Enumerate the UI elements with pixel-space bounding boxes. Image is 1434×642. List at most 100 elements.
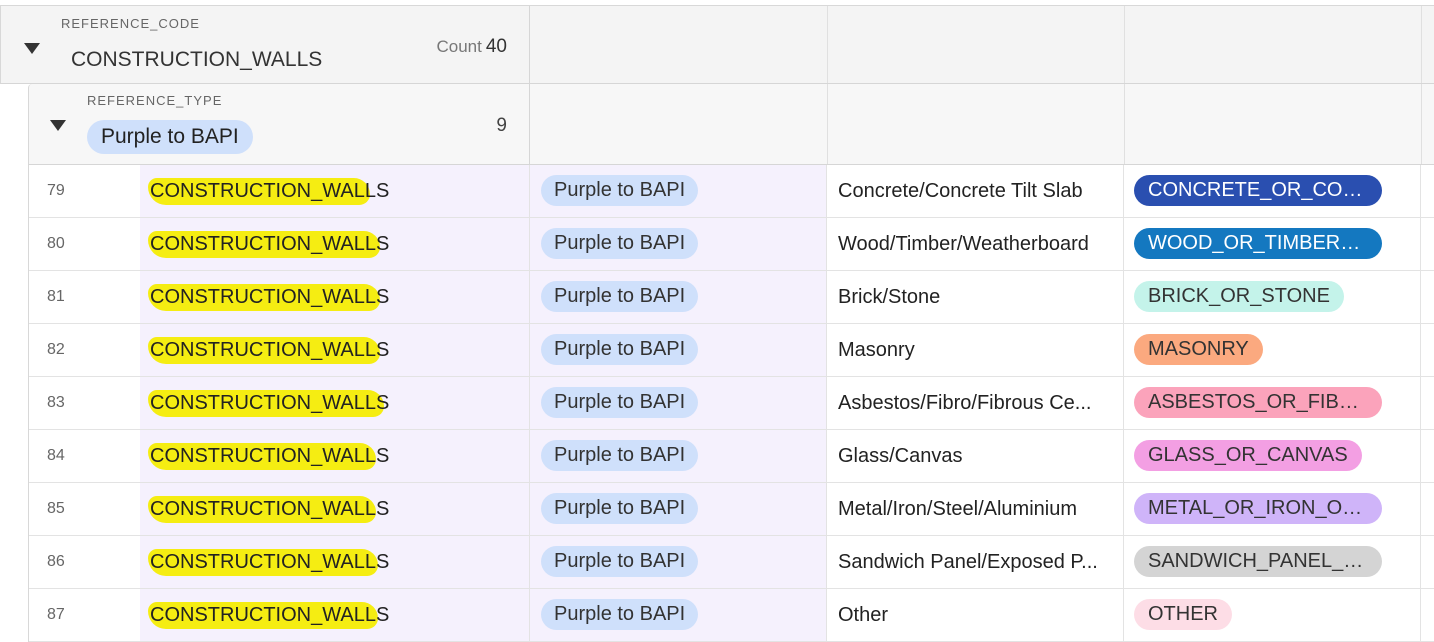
group-count: Count 40 bbox=[436, 36, 507, 58]
table-row[interactable]: 86 CONSTRUCTION_WALLS Purple to BAPI San… bbox=[29, 536, 1434, 589]
reference-code-value: CONSTRUCTION_WALLS bbox=[150, 445, 390, 467]
group-count: 9 bbox=[496, 115, 507, 136]
label-cell[interactable]: Metal/Iron/Steel/Aluminium bbox=[827, 483, 1124, 535]
reference-code-cell[interactable]: CONSTRUCTION_WALLS bbox=[140, 430, 530, 482]
reference-type-tag: Purple to BAPI bbox=[541, 387, 699, 418]
enum-cell[interactable]: METAL_OR_IRON_OR_STEEL_OR_ALUMINIUM bbox=[1124, 483, 1421, 535]
column-divider bbox=[1421, 6, 1422, 83]
label-cell[interactable]: Wood/Timber/Weatherboard bbox=[827, 218, 1124, 270]
record-list: 79 CONSTRUCTION_WALLS Purple to BAPI Con… bbox=[28, 165, 1434, 642]
row-number: 84 bbox=[47, 447, 65, 464]
column-divider bbox=[827, 6, 828, 83]
reference-code-cell[interactable]: CONSTRUCTION_WALLS bbox=[140, 324, 530, 376]
reference-code-cell[interactable]: CONSTRUCTION_WALLS bbox=[140, 589, 530, 641]
label-cell[interactable]: Masonry bbox=[827, 324, 1124, 376]
reference-type-cell[interactable]: Purple to BAPI bbox=[530, 589, 827, 641]
reference-type-cell[interactable]: Purple to BAPI bbox=[530, 218, 827, 270]
enum-cell[interactable]: WOOD_OR_TIMBER_OR_WEATHERBOARD bbox=[1124, 218, 1421, 270]
row-number: 86 bbox=[47, 553, 65, 570]
group-title-tag: Purple to BAPI bbox=[87, 120, 253, 154]
table-row[interactable]: 80 CONSTRUCTION_WALLS Purple to BAPI Woo… bbox=[29, 218, 1434, 271]
reference-type-tag: Purple to BAPI bbox=[541, 281, 699, 312]
group-field-caption: REFERENCE_TYPE bbox=[87, 93, 223, 108]
row-number: 79 bbox=[47, 182, 65, 199]
table-row[interactable]: 82 CONSTRUCTION_WALLS Purple to BAPI Mas… bbox=[29, 324, 1434, 377]
reference-type-tag: Purple to BAPI bbox=[541, 599, 699, 630]
collapse-caret-icon[interactable] bbox=[50, 120, 66, 131]
table-row[interactable]: 81 CONSTRUCTION_WALLS Purple to BAPI Bri… bbox=[29, 271, 1434, 324]
reference-code-value: CONSTRUCTION_WALLS bbox=[150, 604, 390, 626]
reference-code-value: CONSTRUCTION_WALLS bbox=[150, 392, 390, 414]
label-cell[interactable]: Sandwich Panel/Exposed P... bbox=[827, 536, 1124, 588]
reference-code-cell[interactable]: CONSTRUCTION_WALLS bbox=[140, 218, 530, 270]
row-number: 83 bbox=[47, 394, 65, 411]
reference-code-cell[interactable]: CONSTRUCTION_WALLS bbox=[140, 377, 530, 429]
reference-code-value: CONSTRUCTION_WALLS bbox=[150, 339, 390, 361]
reference-type-cell[interactable]: Purple to BAPI bbox=[530, 483, 827, 535]
enum-tag: ASBESTOS_OR_FIBRO_OR_FIBROUS_CEMENT bbox=[1134, 387, 1382, 418]
reference-type-tag: Purple to BAPI bbox=[541, 175, 699, 206]
table-row[interactable]: 83 CONSTRUCTION_WALLS Purple to BAPI Asb… bbox=[29, 377, 1434, 430]
enum-tag: CONCRETE_OR_CONCRETE_TILT_SLAB bbox=[1134, 175, 1382, 206]
group-header-reference-type: REFERENCE_TYPE Purple to BAPI 9 bbox=[28, 84, 1434, 165]
count-value: 40 bbox=[485, 36, 507, 57]
reference-code-cell[interactable]: CONSTRUCTION_WALLS bbox=[140, 483, 530, 535]
reference-code-cell[interactable]: CONSTRUCTION_WALLS bbox=[140, 165, 530, 217]
enum-cell[interactable]: MASONRY bbox=[1124, 324, 1421, 376]
table-row[interactable]: 79 CONSTRUCTION_WALLS Purple to BAPI Con… bbox=[29, 165, 1434, 218]
reference-code-value: CONSTRUCTION_WALLS bbox=[150, 551, 390, 573]
group-field-caption: REFERENCE_CODE bbox=[61, 16, 200, 31]
enum-cell[interactable]: BRICK_OR_STONE bbox=[1124, 271, 1421, 323]
reference-type-cell[interactable]: Purple to BAPI bbox=[530, 536, 827, 588]
column-divider bbox=[1421, 84, 1422, 164]
enum-tag: SANDWICH_PANEL_OR_EXPOSED_PANEL bbox=[1134, 546, 1382, 577]
enum-cell[interactable]: ASBESTOS_OR_FIBRO_OR_FIBROUS_CEMENT bbox=[1124, 377, 1421, 429]
collapse-caret-icon[interactable] bbox=[24, 43, 40, 54]
reference-code-cell[interactable]: CONSTRUCTION_WALLS bbox=[140, 536, 530, 588]
enum-cell[interactable]: GLASS_OR_CANVAS bbox=[1124, 430, 1421, 482]
label-cell[interactable]: Concrete/Concrete Tilt Slab bbox=[827, 165, 1124, 217]
reference-code-cell[interactable]: CONSTRUCTION_WALLS bbox=[140, 271, 530, 323]
reference-type-cell[interactable]: Purple to BAPI bbox=[530, 165, 827, 217]
reference-type-cell[interactable]: Purple to BAPI bbox=[530, 377, 827, 429]
enum-tag: METAL_OR_IRON_OR_STEEL_OR_ALUMINIUM bbox=[1134, 493, 1382, 524]
row-number: 82 bbox=[47, 341, 65, 358]
enum-cell[interactable]: OTHER bbox=[1124, 589, 1421, 641]
group-header-cell: REFERENCE_CODE CONSTRUCTION_WALLS Count 4… bbox=[1, 6, 530, 84]
group-title: CONSTRUCTION_WALLS bbox=[71, 48, 323, 71]
label-cell[interactable]: Glass/Canvas bbox=[827, 430, 1124, 482]
reference-type-cell[interactable]: Purple to BAPI bbox=[530, 430, 827, 482]
row-number: 81 bbox=[47, 288, 65, 305]
table-row[interactable]: 87 CONSTRUCTION_WALLS Purple to BAPI Oth… bbox=[29, 589, 1434, 642]
enum-tag: MASONRY bbox=[1134, 334, 1263, 365]
reference-type-tag: Purple to BAPI bbox=[541, 546, 699, 577]
column-divider bbox=[1124, 84, 1125, 164]
reference-code-value: CONSTRUCTION_WALLS bbox=[150, 233, 390, 255]
row-number: 85 bbox=[47, 500, 65, 517]
group-header-cell: REFERENCE_TYPE Purple to BAPI 9 bbox=[29, 84, 530, 164]
reference-code-value: CONSTRUCTION_WALLS bbox=[150, 180, 390, 202]
reference-code-value: CONSTRUCTION_WALLS bbox=[150, 498, 390, 520]
enum-cell[interactable]: CONCRETE_OR_CONCRETE_TILT_SLAB bbox=[1124, 165, 1421, 217]
enum-tag: WOOD_OR_TIMBER_OR_WEATHERBOARD bbox=[1134, 228, 1382, 259]
reference-type-tag: Purple to BAPI bbox=[541, 334, 699, 365]
reference-type-cell[interactable]: Purple to BAPI bbox=[530, 271, 827, 323]
reference-type-tag: Purple to BAPI bbox=[541, 440, 699, 471]
row-number: 80 bbox=[47, 235, 65, 252]
enum-cell[interactable]: SANDWICH_PANEL_OR_EXPOSED_PANEL bbox=[1124, 536, 1421, 588]
label-cell[interactable]: Other bbox=[827, 589, 1124, 641]
enum-tag: BRICK_OR_STONE bbox=[1134, 281, 1344, 312]
reference-code-value: CONSTRUCTION_WALLS bbox=[150, 286, 390, 308]
table-row[interactable]: 84 CONSTRUCTION_WALLS Purple to BAPI Gla… bbox=[29, 430, 1434, 483]
reference-type-cell[interactable]: Purple to BAPI bbox=[530, 324, 827, 376]
count-label: Count bbox=[436, 37, 482, 56]
column-divider bbox=[827, 84, 828, 164]
table-row[interactable]: 85 CONSTRUCTION_WALLS Purple to BAPI Met… bbox=[29, 483, 1434, 536]
label-cell[interactable]: Asbestos/Fibro/Fibrous Ce... bbox=[827, 377, 1124, 429]
reference-type-tag: Purple to BAPI bbox=[541, 228, 699, 259]
row-number: 87 bbox=[47, 606, 65, 623]
reference-type-tag: Purple to BAPI bbox=[541, 493, 699, 524]
column-divider bbox=[1124, 6, 1125, 83]
group-header-reference-code: REFERENCE_CODE CONSTRUCTION_WALLS Count 4… bbox=[0, 5, 1434, 84]
label-cell[interactable]: Brick/Stone bbox=[827, 271, 1124, 323]
